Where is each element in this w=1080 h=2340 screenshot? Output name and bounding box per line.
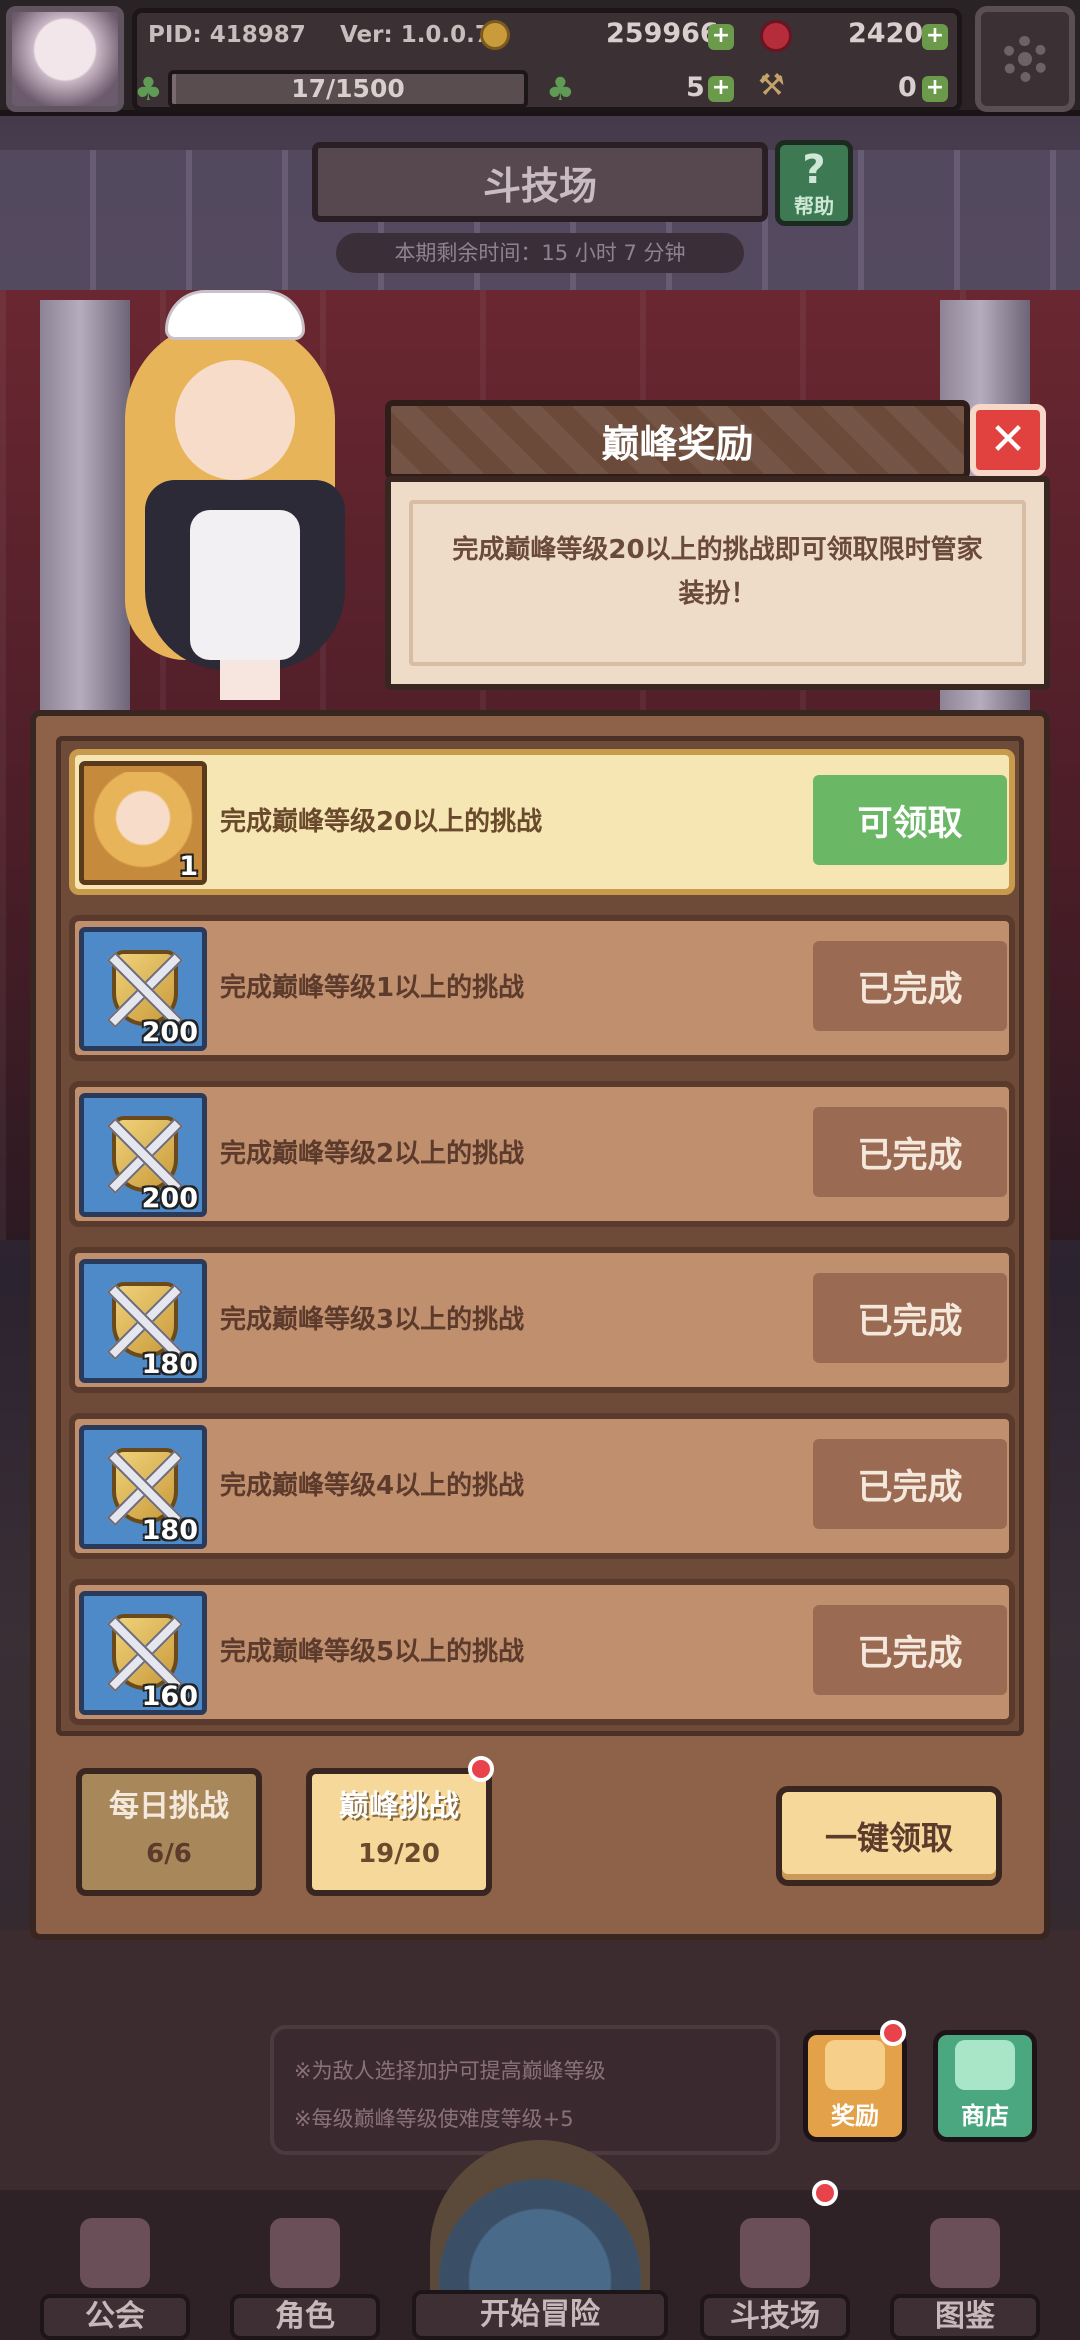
- arena-notes: ※为敌人选择加护可提高巅峰等级 ※每级巅峰等级使难度等级+5: [270, 2025, 780, 2155]
- tool-icon: ⚒: [758, 68, 785, 103]
- nav-label: 开始冒险: [412, 2290, 668, 2340]
- reward-quantity: 180: [141, 1515, 198, 1546]
- top-hud: PID: 418987 Ver: 1.0.0.7 259966 + 2420 +…: [0, 0, 1080, 116]
- reward-quantity: 200: [141, 1017, 198, 1048]
- tab-progress: 19/20: [358, 1839, 440, 1869]
- popup-title: 巅峰奖励: [385, 400, 970, 480]
- shop-icon: [955, 2040, 1015, 2090]
- note-line: ※每级巅峰等级使难度等级+5: [294, 2107, 574, 2131]
- task-row: 160 完成巅峰等级5以上的挑战 已完成: [69, 1579, 1015, 1725]
- nav-arena[interactable]: 斗技场: [700, 2190, 850, 2340]
- arena-title: 斗技场: [312, 142, 768, 222]
- question-icon: ?: [802, 147, 826, 193]
- tab-label: 巅峰挑战: [339, 1789, 459, 1824]
- task-description: 完成巅峰等级1以上的挑战: [220, 973, 525, 1003]
- tool-count: 0: [898, 72, 917, 103]
- reward-side-label: 奖励: [831, 2102, 879, 2130]
- task-row: 180 完成巅峰等级3以上的挑战 已完成: [69, 1247, 1015, 1393]
- player-avatar[interactable]: [6, 6, 124, 112]
- task-description: 完成巅峰等级2以上的挑战: [220, 1139, 525, 1169]
- nav-label: 图鉴: [890, 2294, 1040, 2340]
- add-gem-button[interactable]: +: [922, 24, 948, 50]
- arena-badge-icon: 180: [79, 1425, 207, 1549]
- arena-badge-icon: 200: [79, 927, 207, 1051]
- popup-message: 完成巅峰等级20以上的挑战即可领取限时管家装扮！: [385, 476, 1050, 690]
- tab-daily-challenge[interactable]: 每日挑战 6/6: [76, 1768, 262, 1896]
- add-clover-button[interactable]: +: [708, 76, 734, 102]
- gem-amount: 2420: [848, 18, 924, 49]
- arena-badge-icon: 200: [79, 1093, 207, 1217]
- nav-character[interactable]: 角色: [230, 2190, 380, 2340]
- tab-progress: 6/6: [146, 1839, 192, 1869]
- note-line: ※为敌人选择加护可提高巅峰等级: [294, 2059, 606, 2083]
- crossed-swords-icon: [740, 2218, 810, 2288]
- close-icon: ✕: [989, 414, 1027, 465]
- arena-badge-icon: 160: [79, 1591, 207, 1715]
- nav-start-adventure[interactable]: 开始冒险: [412, 2140, 668, 2340]
- arena-badge-icon: 180: [79, 1259, 207, 1383]
- popup-message-text: 完成巅峰等级20以上的挑战即可领取限时管家装扮！: [452, 535, 983, 609]
- character-icon: [270, 2218, 340, 2288]
- completed-button[interactable]: 已完成: [813, 1439, 1007, 1529]
- notification-dot: [880, 2020, 906, 2046]
- chest-icon: [825, 2040, 885, 2090]
- nav-label: 角色: [230, 2294, 380, 2340]
- add-gold-button[interactable]: +: [708, 24, 734, 50]
- completed-button[interactable]: 已完成: [813, 941, 1007, 1031]
- help-button[interactable]: ? 帮助: [775, 140, 853, 226]
- reward-quantity: 180: [141, 1349, 198, 1380]
- stamina-text: 17/1500: [291, 74, 405, 103]
- completed-button[interactable]: 已完成: [813, 1273, 1007, 1363]
- nav-label: 公会: [40, 2294, 190, 2340]
- add-tool-button[interactable]: +: [922, 76, 948, 102]
- maid-portrait-icon: 1: [79, 761, 207, 885]
- notification-dot: [468, 1756, 494, 1782]
- settings-button[interactable]: [975, 6, 1075, 112]
- task-row: 1 完成巅峰等级20以上的挑战 可领取: [69, 749, 1015, 895]
- claim-button[interactable]: 可领取: [813, 775, 1007, 865]
- tab-peak-challenge[interactable]: 巅峰挑战 19/20: [306, 1768, 492, 1896]
- task-description: 完成巅峰等级4以上的挑战: [220, 1471, 525, 1501]
- notification-dot: [812, 2180, 838, 2206]
- task-description: 完成巅峰等级5以上的挑战: [220, 1637, 525, 1667]
- nav-guild[interactable]: 公会: [40, 2190, 190, 2340]
- season-time-left: 本期剩余时间：15 小时 7 分钟: [336, 233, 744, 273]
- shop-side-button[interactable]: 商店: [933, 2030, 1037, 2142]
- shop-side-label: 商店: [961, 2102, 1009, 2130]
- gear-icon: [1002, 36, 1048, 82]
- help-label: 帮助: [794, 194, 834, 218]
- task-list[interactable]: 1 完成巅峰等级20以上的挑战 可领取 200 完成巅峰等级1以上的挑战 已完成…: [56, 736, 1024, 1736]
- reward-quantity: 160: [141, 1681, 198, 1712]
- completed-button[interactable]: 已完成: [813, 1605, 1007, 1695]
- task-row: 200 完成巅峰等级1以上的挑战 已完成: [69, 915, 1015, 1061]
- clover-icon: ♣: [134, 70, 163, 108]
- coin-icon: [480, 20, 510, 50]
- stamina-bar: 17/1500: [168, 70, 528, 108]
- claim-all-button[interactable]: 一键领取: [776, 1786, 1002, 1886]
- gold-amount: 259966: [606, 18, 719, 49]
- completed-button[interactable]: 已完成: [813, 1107, 1007, 1197]
- gem-icon: [760, 20, 792, 52]
- reward-side-button[interactable]: 奖励: [803, 2030, 907, 2142]
- peak-reward-popup: 巅峰奖励 ✕ 完成巅峰等级20以上的挑战即可领取限时管家装扮！: [385, 400, 1050, 690]
- clover-count: 5: [686, 72, 705, 103]
- task-row: 200 完成巅峰等级2以上的挑战 已完成: [69, 1081, 1015, 1227]
- task-description: 完成巅峰等级20以上的挑战: [220, 807, 543, 837]
- version-label: Ver: 1.0.0.7: [340, 22, 491, 48]
- reward-panel: 1 完成巅峰等级20以上的挑战 可领取 200 完成巅峰等级1以上的挑战 已完成…: [30, 710, 1050, 1940]
- tab-label: 每日挑战: [109, 1789, 229, 1824]
- task-description: 完成巅峰等级3以上的挑战: [220, 1305, 525, 1335]
- reward-quantity: 200: [141, 1183, 198, 1214]
- task-row: 180 完成巅峰等级4以上的挑战 已完成: [69, 1413, 1015, 1559]
- book-icon: [930, 2218, 1000, 2288]
- maid-character-illustration: [55, 280, 385, 700]
- close-button[interactable]: ✕: [970, 404, 1046, 476]
- guild-icon: [80, 2218, 150, 2288]
- reward-quantity: 1: [179, 851, 198, 882]
- lucky-clover-icon: ♣: [546, 70, 575, 108]
- nav-label: 斗技场: [700, 2294, 850, 2340]
- player-id: PID: 418987: [148, 22, 306, 48]
- nav-codex[interactable]: 图鉴: [890, 2190, 1040, 2340]
